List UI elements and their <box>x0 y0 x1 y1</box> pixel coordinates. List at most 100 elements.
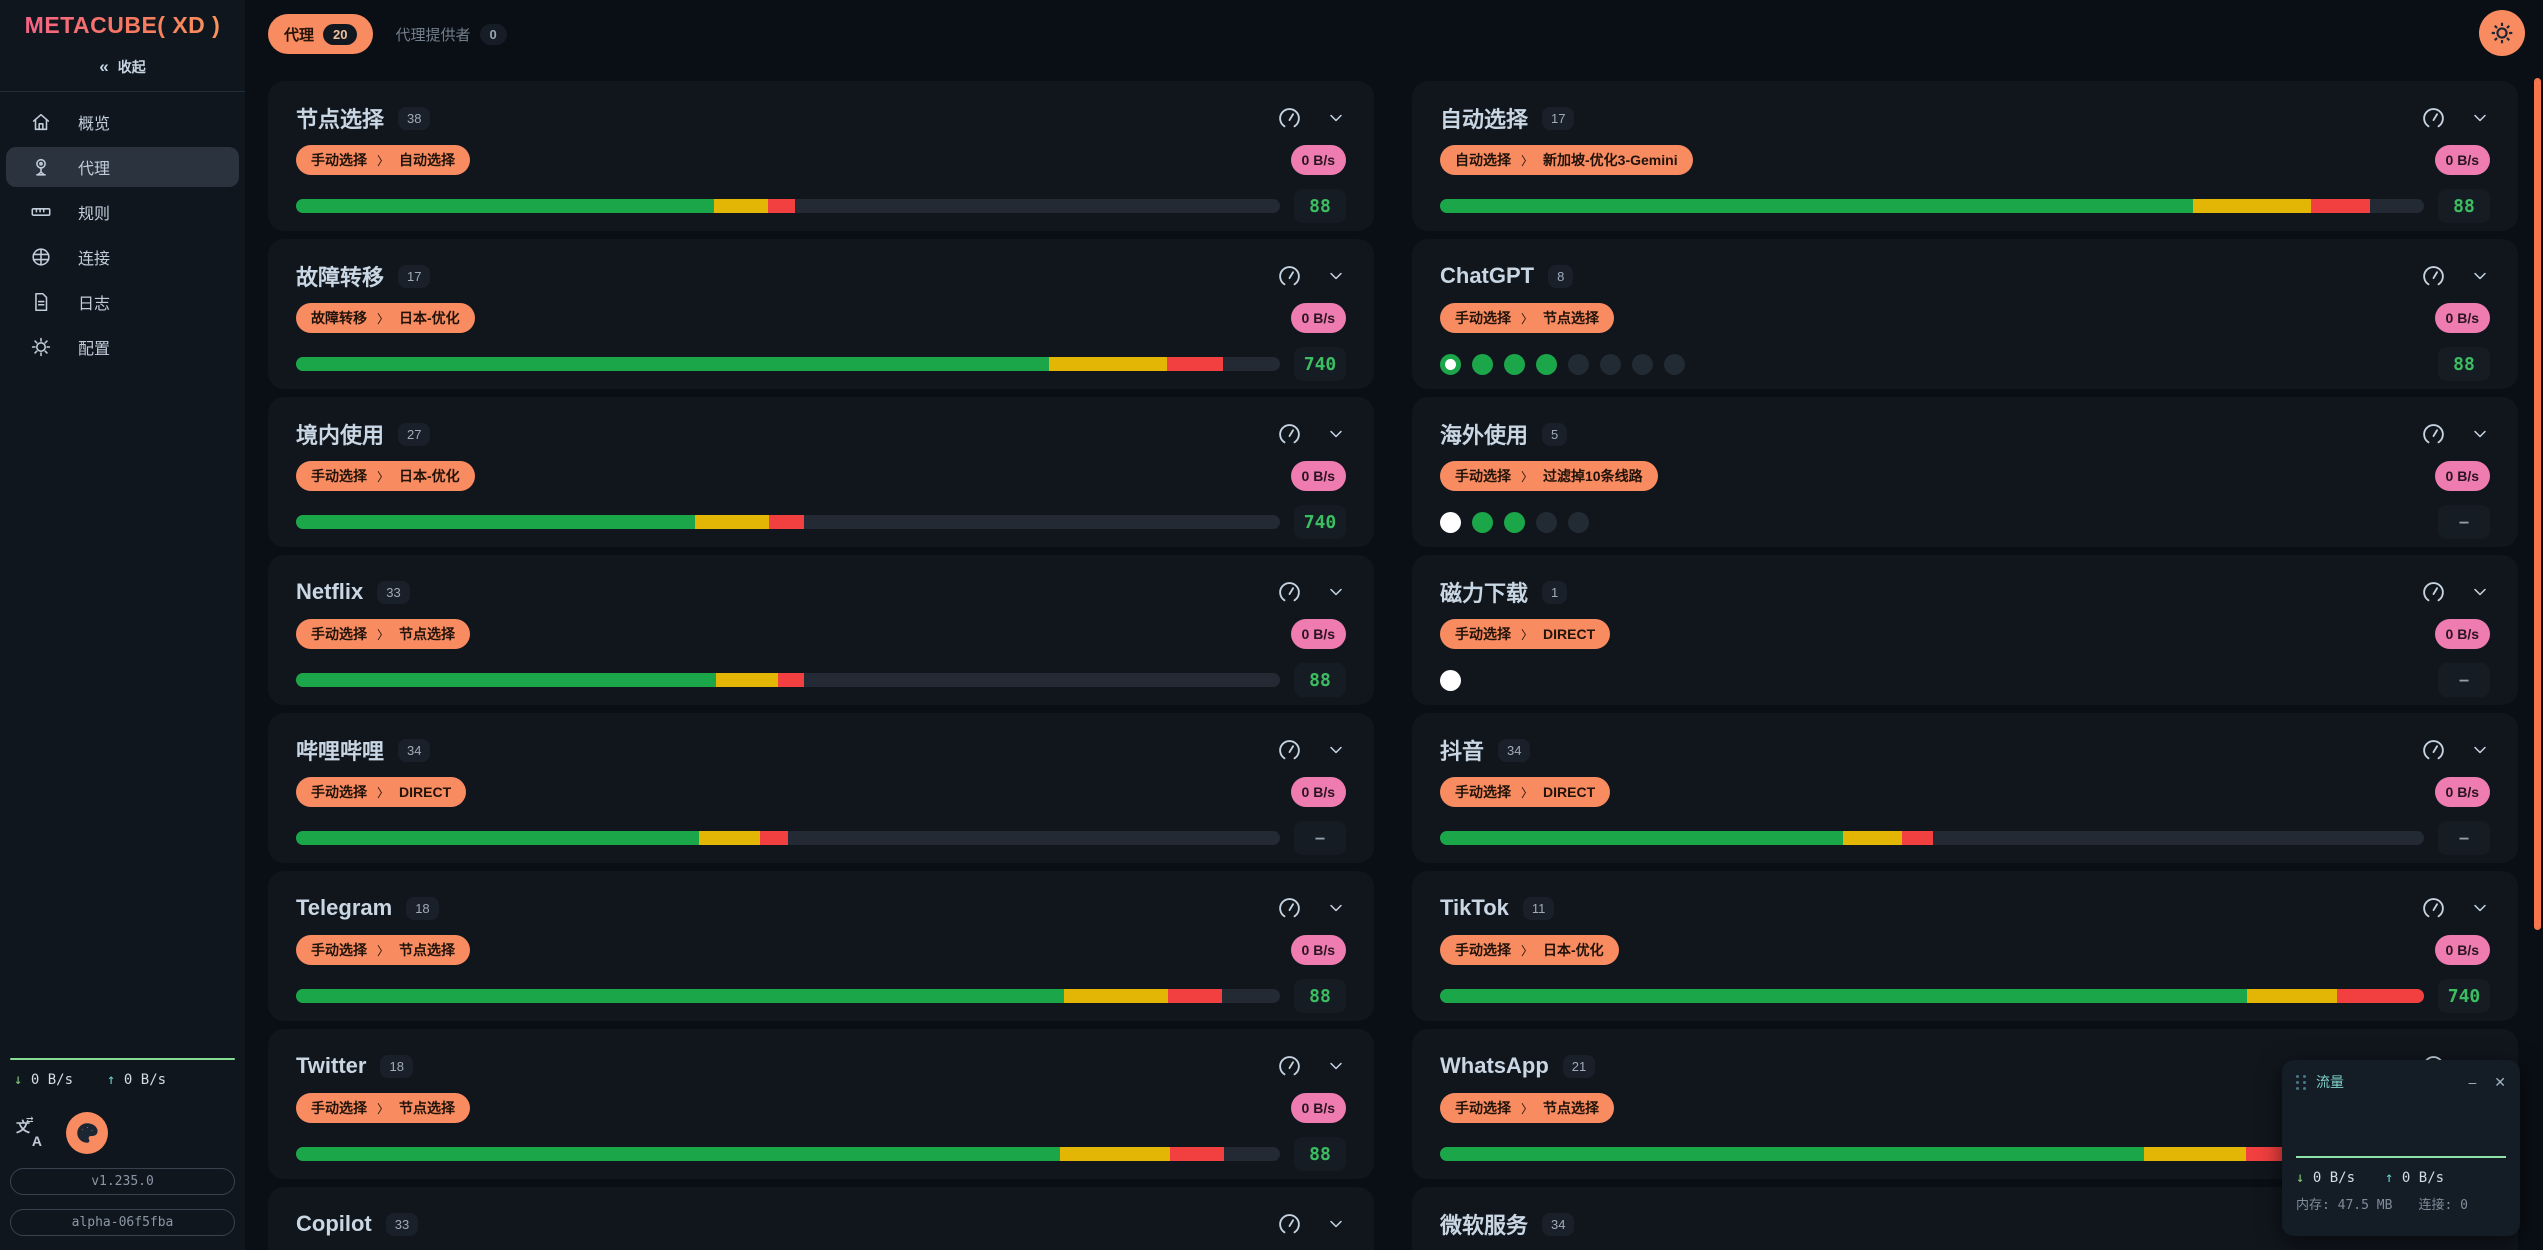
selector-path-badge[interactable]: 自动选择 〉 新加坡-优化3-Gemini <box>1440 145 1693 175</box>
node-dot-current-up[interactable] <box>1440 354 1461 375</box>
node-dot-current[interactable] <box>1440 670 1461 691</box>
node-dot-idle[interactable] <box>1664 354 1685 375</box>
chevron-down-icon[interactable] <box>1326 582 1346 602</box>
node-dot-up[interactable] <box>1472 354 1493 375</box>
latency-test-icon[interactable] <box>1277 580 1302 605</box>
latency-test-icon[interactable] <box>1277 1054 1302 1079</box>
node-dot-up[interactable] <box>1504 512 1525 533</box>
theme-palette-button[interactable] <box>66 1112 108 1154</box>
proxy-group-card-Twitter: Twitter 18 手动选择 〉 节点选择 0 B/s 88 <box>268 1029 1374 1179</box>
selector-target: 节点选择 <box>399 1098 455 1118</box>
app-build-button[interactable]: alpha-06f5fba <box>10 1209 235 1236</box>
group-speed-badge: 0 B/s <box>1291 461 1346 491</box>
sidebar-bottom: ↓ 0 B/s ↑ 0 B/s 文 ⇄ A v1.235.0 alpha-06f… <box>0 1058 245 1250</box>
drag-handle-icon[interactable] <box>2296 1075 2307 1090</box>
selector-path-badge[interactable]: 手动选择 〉 节点选择 <box>1440 1093 1614 1123</box>
node-dot-idle[interactable] <box>1568 512 1589 533</box>
sidebar-item-概览[interactable]: 概览 <box>6 102 239 142</box>
latency-test-icon[interactable] <box>1277 738 1302 763</box>
selector-path-badge[interactable]: 手动选择 〉 节点选择 <box>1440 303 1614 333</box>
latency-test-icon[interactable] <box>2421 896 2446 921</box>
sidebar-item-连接[interactable]: 连接 <box>6 237 239 277</box>
group-name: 微软服务 <box>1440 1208 1528 1240</box>
collapse-chevrons-icon: « <box>99 57 108 77</box>
core-version-button[interactable]: v1.235.0 <box>10 1168 235 1195</box>
group-name: WhatsApp <box>1440 1053 1549 1079</box>
chevron-down-icon[interactable] <box>1326 1214 1346 1234</box>
bar-segment-green <box>296 831 699 845</box>
chevron-down-icon[interactable] <box>1326 898 1346 918</box>
chevron-down-icon[interactable] <box>1326 740 1346 760</box>
selector-target: 新加坡-优化3-Gemini <box>1543 150 1678 170</box>
chevron-down-icon[interactable] <box>2470 898 2490 918</box>
tab-代理提供者[interactable]: 代理提供者0 <box>379 14 522 54</box>
close-icon[interactable]: ✕ <box>2494 1074 2506 1091</box>
latency-value: 88 <box>1294 1137 1346 1171</box>
latency-test-icon[interactable] <box>1277 106 1302 131</box>
selector-chevron-icon: 〉 <box>377 784 389 801</box>
connections-label: 连接: <box>2418 1198 2452 1213</box>
node-dot-idle[interactable] <box>1600 354 1621 375</box>
selector-current: 手动选择 <box>1455 940 1511 960</box>
latency-test-icon[interactable] <box>1277 896 1302 921</box>
group-speed-badge: 0 B/s <box>1291 935 1346 965</box>
chevron-down-icon[interactable] <box>2470 108 2490 128</box>
sidebar-item-代理[interactable]: 代理 <box>6 147 239 187</box>
node-dot-idle[interactable] <box>1632 354 1653 375</box>
node-dot-idle[interactable] <box>1568 354 1589 375</box>
minimize-icon[interactable]: – <box>2468 1074 2476 1091</box>
group-name: 节点选择 <box>296 102 384 134</box>
chevron-down-icon[interactable] <box>2470 266 2490 286</box>
proxy-group-card-Netflix: Netflix 33 手动选择 〉 节点选择 0 B/s 88 <box>268 555 1374 705</box>
node-dot-up[interactable] <box>1536 354 1557 375</box>
node-dot-up[interactable] <box>1504 354 1525 375</box>
latency-test-icon[interactable] <box>2421 738 2446 763</box>
selector-path-badge[interactable]: 手动选择 〉 DIRECT <box>1440 777 1610 807</box>
latency-test-icon[interactable] <box>1277 264 1302 289</box>
latency-test-icon[interactable] <box>2421 422 2446 447</box>
chevron-down-icon[interactable] <box>1326 266 1346 286</box>
chevron-down-icon[interactable] <box>2470 740 2490 760</box>
bar-segment-yellow <box>2247 989 2338 1003</box>
selector-path-badge[interactable]: 手动选择 〉 DIRECT <box>1440 619 1610 649</box>
chevron-down-icon[interactable] <box>2470 424 2490 444</box>
node-dot-up[interactable] <box>1472 512 1493 533</box>
selector-path-badge[interactable]: 手动选择 〉 DIRECT <box>296 777 466 807</box>
latency-value: 88 <box>1294 979 1346 1013</box>
sidebar-item-日志[interactable]: 日志 <box>6 282 239 322</box>
latency-test-icon[interactable] <box>2421 106 2446 131</box>
selector-path-badge[interactable]: 手动选择 〉 节点选择 <box>296 935 470 965</box>
sidebar-collapse-button[interactable]: « 收起 <box>0 57 245 77</box>
node-dot-current[interactable] <box>1440 512 1461 533</box>
selector-path-badge[interactable]: 手动选择 〉 日本-优化 <box>296 461 475 491</box>
latency-test-icon[interactable] <box>1277 1212 1302 1237</box>
vertical-scrollbar[interactable] <box>2534 78 2541 930</box>
chevron-down-icon[interactable] <box>1326 108 1346 128</box>
selector-path-badge[interactable]: 手动选择 〉 节点选择 <box>296 1093 470 1123</box>
selector-current: 手动选择 <box>1455 624 1511 644</box>
selector-path-badge[interactable]: 手动选择 〉 节点选择 <box>296 619 470 649</box>
selector-path-badge[interactable]: 手动选择 〉 自动选择 <box>296 145 470 175</box>
proxy-group-card-海外使用: 海外使用 5 手动选择 〉 过滤掉10条线路 0 B/s — <box>1412 397 2518 547</box>
group-speed-badge: 0 B/s <box>2435 461 2490 491</box>
chevron-down-icon[interactable] <box>1326 1056 1346 1076</box>
tab-代理[interactable]: 代理20 <box>268 14 373 54</box>
selector-path-badge[interactable]: 手动选择 〉 日本-优化 <box>1440 935 1619 965</box>
sidebar-item-规则[interactable]: 规则 <box>6 192 239 232</box>
node-dot-idle[interactable] <box>1536 512 1557 533</box>
settings-button[interactable] <box>2479 10 2525 56</box>
sidebar-item-配置[interactable]: 配置 <box>6 327 239 367</box>
selector-path-badge[interactable]: 故障转移 〉 日本-优化 <box>296 303 475 333</box>
latency-test-icon[interactable] <box>2421 580 2446 605</box>
chevron-down-icon[interactable] <box>1326 424 1346 444</box>
download-speed: 0 B/s <box>31 1072 73 1088</box>
latency-value: 88 <box>1294 189 1346 223</box>
traffic-floating-panel[interactable]: 流量 – ✕ ↓ 0 B/s ↑ 0 B/s 内存: 47.5 MB 连接: 0 <box>2282 1060 2520 1236</box>
latency-test-icon[interactable] <box>2421 264 2446 289</box>
selector-path-badge[interactable]: 手动选择 〉 过滤掉10条线路 <box>1440 461 1658 491</box>
latency-test-icon[interactable] <box>1277 422 1302 447</box>
proxy-group-card-Telegram: Telegram 18 手动选择 〉 节点选择 0 B/s 88 <box>268 871 1374 1021</box>
chevron-down-icon[interactable] <box>2470 582 2490 602</box>
language-icon[interactable]: 文 ⇄ A <box>16 1119 44 1147</box>
proxy-tabs: 代理20代理提供者0 <box>268 14 523 54</box>
